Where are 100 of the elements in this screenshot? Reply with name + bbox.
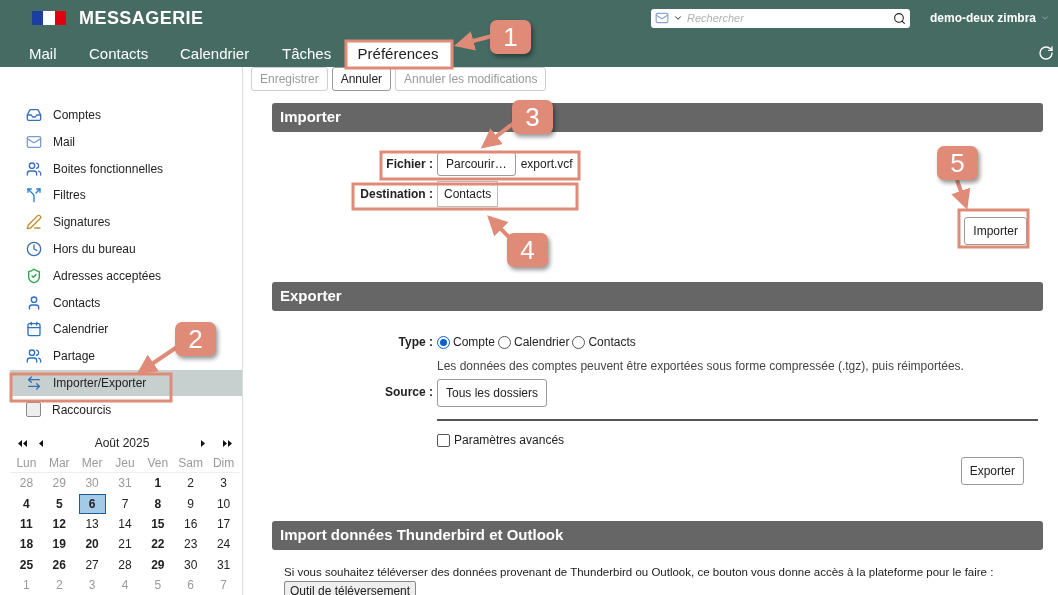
month-label: Août 2025 (93, 435, 151, 453)
shield-icon (26, 267, 42, 284)
calendar-icon (26, 321, 42, 338)
calendar-day[interactable]: 16 (177, 514, 205, 533)
calendar-day[interactable]: 6 (78, 493, 106, 514)
calendar-day[interactable]: 2 (177, 474, 205, 493)
weekday-label: Sam (174, 453, 208, 474)
calendar-day[interactable]: 30 (177, 555, 205, 574)
next-month-icon[interactable] (201, 439, 205, 447)
sidebar-item[interactable]: Boites fonctionnelles (53, 159, 164, 178)
calendar-day[interactable]: 19 (45, 535, 73, 554)
inbox-icon (26, 107, 42, 124)
calendar-day[interactable]: 13 (78, 514, 106, 533)
sidebar-item[interactable]: Contacts (53, 293, 101, 312)
radio-option[interactable]: Calendrier (498, 333, 570, 351)
search-icon (892, 11, 906, 25)
envelope-icon (26, 133, 42, 150)
calendar-day[interactable]: 8 (144, 494, 172, 513)
field-label: Fichier : (385, 156, 434, 173)
sidebar-item[interactable]: Mail (53, 132, 75, 151)
calendar-day[interactable]: 18 (12, 535, 40, 554)
nav-tab[interactable]: Contacts (86, 42, 177, 67)
calendar-day[interactable]: 20 (78, 535, 106, 554)
weekday-label: Mer (75, 453, 109, 474)
calendar-day[interactable]: 12 (45, 514, 73, 533)
previous-month-icon[interactable] (39, 439, 43, 447)
calendar-day[interactable]: 9 (177, 494, 205, 513)
section-header: Import données Thunderbird et Outlook (272, 521, 1043, 550)
next-year-icon[interactable] (223, 439, 232, 447)
file-name: export.vcf (520, 156, 573, 173)
calendar-day[interactable]: 27 (78, 555, 106, 574)
caret-icon (1040, 13, 1050, 23)
calendar-day[interactable]: 24 (210, 535, 238, 554)
calendar-day[interactable]: 11 (12, 514, 40, 533)
previous-year-icon[interactable] (18, 439, 27, 447)
sidebar-item[interactable]: Filtres (53, 186, 86, 205)
calendar-day[interactable]: 15 (144, 514, 172, 533)
arrows-icon (26, 375, 42, 391)
calendar-day[interactable]: 29 (144, 555, 172, 574)
pen-icon (26, 214, 42, 231)
calendar-day[interactable]: 25 (12, 555, 40, 574)
envelope-icon (654, 11, 669, 25)
field-label: Type : (397, 334, 434, 351)
calendar-day[interactable]: 22 (144, 535, 172, 554)
calendar-day[interactable]: 1 (144, 474, 172, 493)
advanced-checkbox[interactable]: Paramètres avancés (437, 431, 1043, 449)
calendar-day[interactable]: 5 (45, 494, 73, 513)
export-button[interactable]: Exporter (960, 457, 1024, 485)
radio-option[interactable]: Compte (437, 333, 496, 351)
calendar-day[interactable]: 3 (210, 474, 238, 493)
calendar-day[interactable]: 17 (210, 514, 238, 533)
weekday-label: Mar (42, 453, 76, 474)
search-field[interactable]: Rechercher (686, 9, 889, 27)
caret-icon (672, 13, 683, 23)
search-bar[interactable]: Rechercher (650, 8, 910, 28)
calendar-day[interactable]: 21 (111, 535, 139, 554)
sidebar-item[interactable]: Adresses acceptées (53, 266, 162, 285)
weekday-label: Ven (141, 453, 175, 474)
weekday-label: Lun (10, 453, 43, 474)
person-icon (26, 294, 42, 311)
fork-icon (26, 187, 42, 204)
calendar-day[interactable]: 31 (210, 555, 238, 574)
browse-button[interactable]: Parcourir… (437, 152, 516, 176)
step-badge: 5 (937, 146, 978, 180)
field-label: Destination : (359, 186, 434, 203)
radio-option[interactable]: Contacts (572, 333, 636, 351)
nav-tab[interactable]: Calendrier (177, 42, 279, 67)
calendar-day[interactable]: 28 (111, 555, 139, 574)
calendar-day[interactable]: 10 (210, 494, 238, 513)
step-badge: 4 (507, 233, 548, 267)
pointer-arrow (951, 179, 971, 210)
sidebar-item[interactable]: Comptes (53, 106, 102, 125)
app-title: MESSAGERIE (79, 6, 204, 30)
upload-tool-button[interactable]: Outil de téléversement (284, 581, 417, 595)
flag-icon (32, 11, 66, 25)
calendar-day[interactable]: 14 (111, 514, 139, 533)
nav-tab[interactable]: Tâches (279, 42, 345, 67)
sidebar-item[interactable]: Partage (53, 347, 96, 366)
calendar-day[interactable]: 4 (12, 494, 40, 513)
export-description: Les données des comptes peuvent être exportées sous forme compressée (.tgz), puis réimportées. (437, 358, 965, 375)
refresh-icon[interactable] (1038, 45, 1054, 61)
clock-icon (26, 241, 42, 258)
weekday-label: Jeu (108, 453, 142, 474)
weekday-label: Dim (207, 453, 240, 474)
calendar-day[interactable]: 26 (45, 555, 73, 574)
source-button[interactable]: Tous les dossiers (437, 379, 548, 407)
import-button[interactable]: Importer (964, 217, 1027, 245)
calendar-day[interactable]: 23 (177, 535, 205, 554)
pointer-arrow (487, 215, 512, 240)
sidebar-item[interactable]: Calendrier (53, 320, 109, 339)
nav-tab[interactable]: Mail (26, 42, 86, 67)
pointer-arrow (454, 31, 493, 51)
sidebar-item[interactable]: Raccourcis (52, 400, 112, 419)
thunderbird-text: Si vous souhaitez téléverser des données provenant de Thunderbird ou Outlook, ce bouton vous donne accès à la plateforme pour le faire : (283, 565, 995, 580)
user-menu[interactable]: demo-deux zimbra (929, 9, 1050, 27)
sidebar-item[interactable]: Signatures (53, 213, 111, 232)
sidebar-item[interactable]: Hors du bureau (53, 240, 136, 259)
calendar-day[interactable]: 7 (111, 494, 139, 513)
section-header: Exporter (272, 282, 1043, 311)
step-badge: 1 (490, 20, 531, 54)
